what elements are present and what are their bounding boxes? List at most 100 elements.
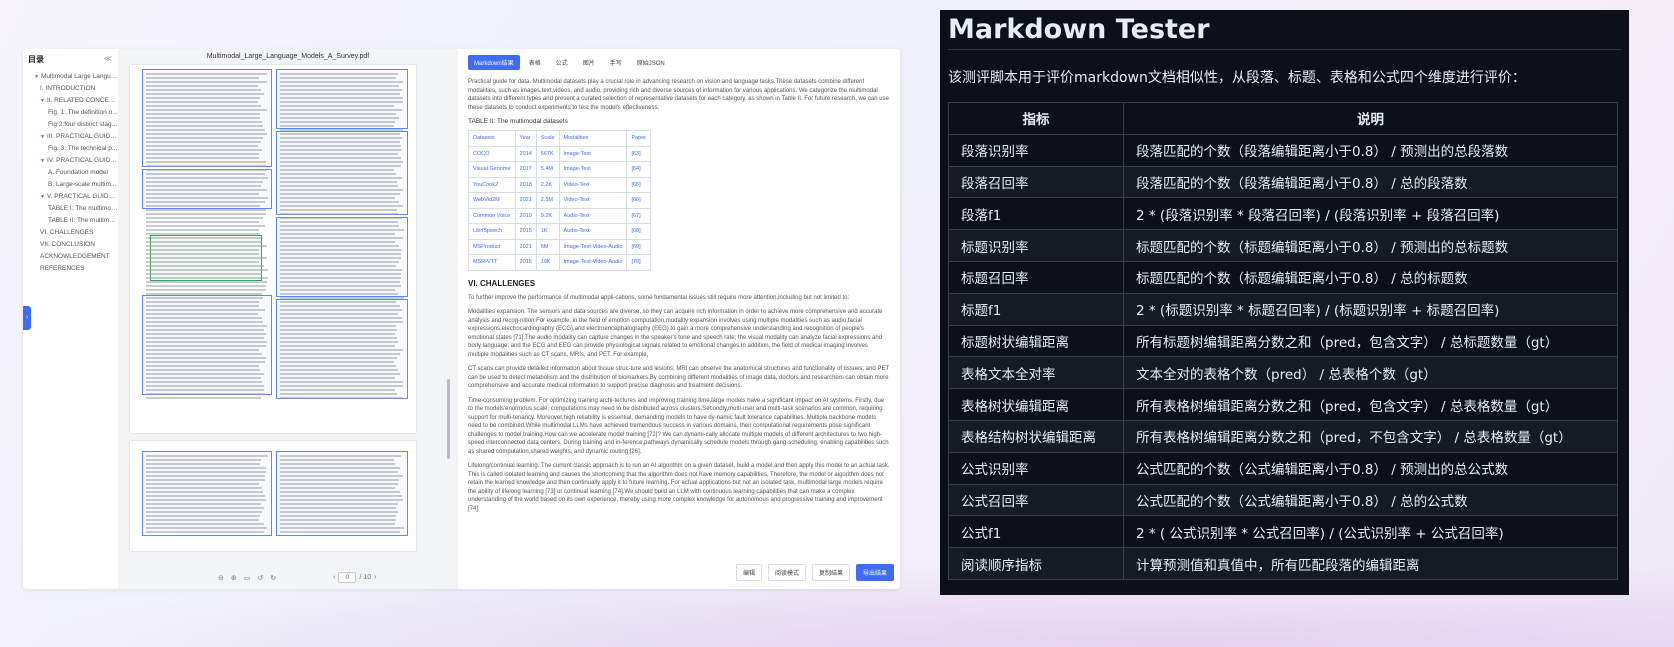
pdf-text-line [280, 365, 396, 367]
fit-page-icon[interactable]: ▭ [244, 574, 251, 582]
metric-name: 段落f1 [949, 198, 1124, 230]
column-header-metric: 指标 [949, 103, 1124, 135]
pdf-scrollbar[interactable] [447, 379, 450, 459]
pdf-text-line [146, 285, 266, 287]
pdf-text-line [280, 337, 397, 339]
pdf-text-line [146, 289, 266, 291]
toc-item[interactable]: REFERENCES [28, 263, 118, 275]
pdf-text-line [280, 487, 395, 489]
md-table-cell: 9.2K [536, 208, 559, 224]
result-tab[interactable]: 原始JSON [631, 55, 671, 70]
md-heading: VI. CHALLENGES [468, 279, 890, 288]
prev-page-icon[interactable]: ‹ [333, 574, 335, 581]
result-tab[interactable]: 公式 [550, 55, 574, 70]
md-table-cell: [67] [627, 208, 651, 224]
pdf-text-line [280, 125, 394, 127]
pdf-text-line [280, 93, 400, 95]
result-tab[interactable]: 表格 [523, 55, 547, 70]
pdf-text-line [280, 101, 403, 103]
result-tab[interactable]: Markdown结果 [468, 55, 520, 70]
next-page-icon[interactable]: › [374, 574, 376, 581]
chevron-down-icon[interactable]: ▼ [40, 194, 45, 200]
pdf-text-line [146, 345, 266, 347]
md-table-row: WebVid2M 2021 2.5M Video-Text [66] [469, 193, 651, 209]
pdf-text-line [146, 137, 263, 139]
md-table-caption: TABLE II: The multimodal datasets [468, 118, 890, 125]
pdf-text-line [146, 373, 264, 375]
pdf-text-line [280, 145, 401, 147]
expand-panel-handle[interactable]: › [23, 306, 31, 330]
pdf-text-line [280, 161, 403, 163]
toc-item[interactable]: ▼ II. RELATED CONCEPTS [28, 95, 118, 107]
pdf-text-line [280, 385, 403, 387]
pdf-text-line [280, 89, 402, 91]
pdf-text-line [280, 185, 398, 187]
pdf-text-line [280, 169, 394, 171]
metric-name: 公式召回率 [949, 484, 1124, 516]
result-tab[interactable]: 手写 [604, 55, 628, 70]
toc-item-label: REFERENCES [40, 265, 84, 272]
metric-name: 标题识别率 [949, 230, 1124, 262]
metric-row: 标题树状编辑距离 所有标题树编辑距离分数之和（pred，包含文字） / 总标题数量… [949, 325, 1618, 357]
toc-item[interactable]: VII. CONCLUSION [28, 239, 118, 251]
toc-item[interactable]: ▼ V. PRACTICAL GUIDE F... [28, 191, 118, 203]
pdf-text-line [280, 261, 399, 263]
md-table-cell: 2017 [515, 162, 536, 178]
chevron-down-icon[interactable]: ▼ [40, 134, 45, 140]
toc-item[interactable]: Fig. 1: The definition o... [28, 107, 118, 119]
action-button[interactable]: 编辑 [736, 564, 762, 581]
pdf-text-line [280, 165, 401, 167]
action-button[interactable]: 阅读模式 [768, 564, 806, 581]
toc-item[interactable]: Fig. 3: The technical p... [28, 143, 118, 155]
result-tab[interactable]: 图片 [577, 55, 601, 70]
toc-item[interactable]: VI. CHALLENGES [28, 227, 118, 239]
metric-row: 标题识别率 标题匹配的个数（标题编辑距离小于0.8） / 预测出的总标题数 [949, 230, 1618, 262]
md-table-row: Visual Genome 2017 5.4M Image-Text [64] [469, 162, 651, 178]
toc-item[interactable]: ▼ Multimodal Large Langua... [28, 71, 118, 83]
toc-item[interactable]: A. Foundation model [28, 167, 118, 179]
toc-item-label: II. RELATED CONCEPTS [47, 97, 118, 104]
md-table-cell: Audio-Text [559, 208, 627, 224]
toc-item[interactable]: ▼ IV. PRACTICAL GUIDE F... [28, 155, 118, 167]
pdf-text-line [146, 313, 258, 315]
rotate-right-icon[interactable]: ↻ [270, 574, 276, 582]
metric-row: 表格树状编辑距离 所有表格树编辑距离分数之和（pred，包含文字） / 总表格数量… [949, 389, 1618, 421]
pdf-text-line [280, 237, 403, 239]
pdf-text-line [280, 495, 402, 497]
md-table-cell: MSProduct [469, 239, 516, 255]
pdf-text-line [146, 337, 264, 339]
toc-item[interactable]: TABLE II: The multimo... [28, 215, 118, 227]
pdf-text-line [146, 105, 261, 107]
md-table-cell: 5.4M [536, 162, 559, 178]
metric-description: 公式匹配的个数（公式编辑距离小于0.8） / 预测出的总公式数 [1124, 452, 1618, 484]
toc-item[interactable]: Fig 2:four distinct stag... [28, 119, 118, 131]
toc-item[interactable]: ▼ III. PRACTICAL GUIDE F... [28, 131, 118, 143]
md-table-header: Scale [536, 131, 559, 147]
pdf-text-line [146, 113, 260, 115]
chevron-down-icon[interactable]: ▼ [40, 158, 45, 164]
document-parser-window: 目录 ≪ ▼ Multimodal Large Langua... I. INTRO… [23, 49, 900, 589]
rotate-left-icon[interactable]: ↺ [257, 574, 263, 582]
pdf-text-line [146, 273, 262, 275]
zoom-out-icon[interactable]: ⊖ [218, 574, 224, 582]
page-number-input[interactable]: 0 [338, 572, 356, 583]
chevron-down-icon[interactable]: ▼ [34, 74, 39, 80]
toc-item[interactable]: I. INTRODUCTION [28, 83, 118, 95]
zoom-in-icon[interactable]: ⊕ [231, 574, 237, 582]
toc-item[interactable]: ACKNOWLEDGEMENT [28, 251, 118, 263]
pdf-text-line [280, 265, 396, 267]
pdf-text-line [146, 81, 267, 83]
metric-row: 公式f1 2 * ( 公式识别率 * 公式召回率) / (公式识别率 + 公式召回… [949, 516, 1618, 548]
action-button[interactable]: 导出结果 [856, 564, 894, 581]
pdf-text-line [280, 189, 403, 191]
toc-item[interactable]: B. Large-scale multim... [28, 179, 118, 191]
page-title: Markdown Tester [948, 10, 1621, 50]
toc-item[interactable]: TABLE I: The multimod... [28, 203, 118, 215]
action-button[interactable]: 复制结果 [812, 564, 850, 581]
toc-collapse-button[interactable]: ≪ [104, 54, 112, 65]
chevron-down-icon[interactable]: ▼ [40, 98, 45, 104]
pdf-text-line [146, 305, 259, 307]
md-table-cell: 2019 [515, 208, 536, 224]
pdf-text-line [146, 317, 262, 319]
md-table-header: Paper [627, 131, 651, 147]
